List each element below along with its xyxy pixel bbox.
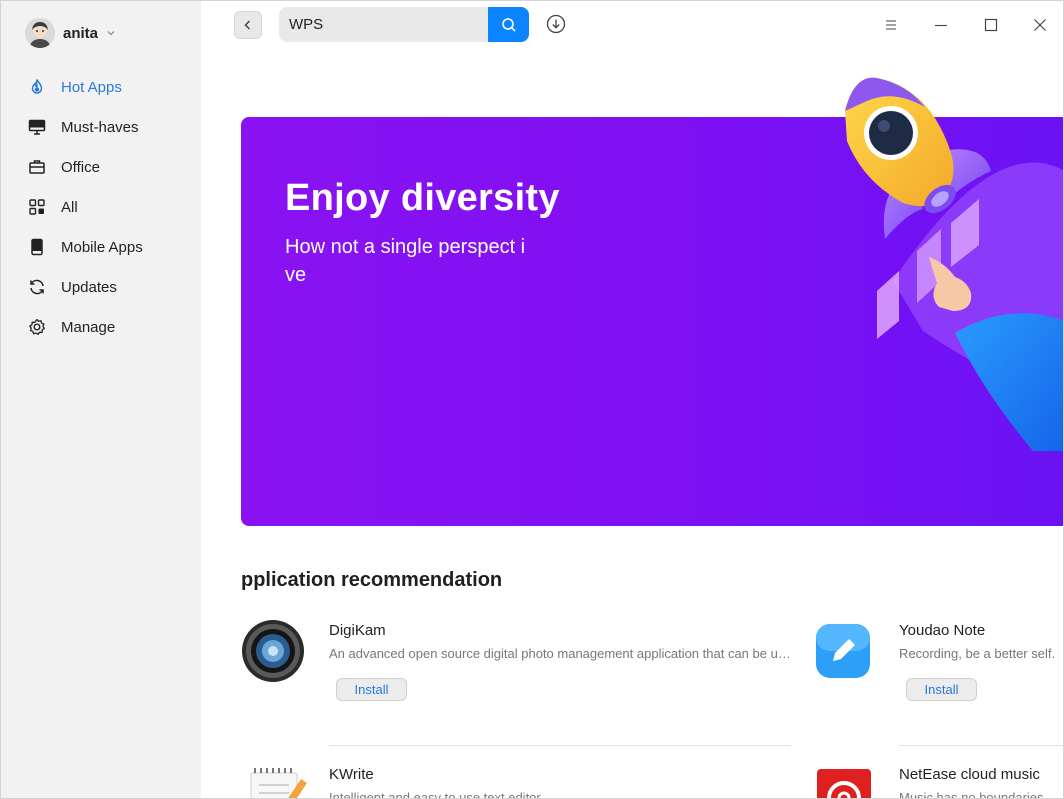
banner-title: Enjoy diversity (285, 177, 560, 219)
sidebar-item-hot-apps[interactable]: Hot Apps (1, 67, 201, 107)
sidebar-item-mobile-apps[interactable]: Mobile Apps (1, 227, 201, 267)
search-icon (501, 17, 516, 32)
sidebar-item-label: Office (61, 158, 100, 176)
search-box (279, 7, 529, 42)
sidebar-item-must-haves[interactable]: Must-haves (1, 107, 201, 147)
minimize-button[interactable] (931, 15, 951, 35)
phone-icon (27, 237, 47, 257)
app-description: Recording, be a better self. (899, 646, 1056, 661)
sidebar-item-label: Mobile Apps (61, 238, 143, 256)
sidebar-item-manage[interactable]: Manage (1, 307, 201, 347)
sidebar-nav: Hot Apps Must-haves Office All Mobile Ap… (1, 67, 201, 347)
app-description: Music has no boundaries, hea (899, 790, 1064, 799)
install-button[interactable]: Install (336, 678, 407, 701)
app-description: Intelligent and easy to use text editor (329, 790, 541, 799)
app-store-window: anita Hot Apps Must-haves Office All Mob… (0, 0, 1064, 799)
rocket-illustration (845, 77, 1063, 451)
sidebar-item-all[interactable]: All (1, 187, 201, 227)
kwrite-icon (250, 768, 307, 798)
app-card-kwrite[interactable]: KWrite Intelligent and easy to use text … (241, 761, 791, 799)
refresh-icon (27, 277, 47, 297)
briefcase-icon (27, 157, 47, 177)
menu-button[interactable] (881, 15, 901, 35)
sidebar-item-label: Hot Apps (61, 78, 122, 96)
divider (329, 745, 791, 746)
search-button[interactable] (488, 7, 529, 42)
monitor-icon (27, 117, 47, 137)
hamburger-icon (886, 20, 896, 30)
sidebar: anita Hot Apps Must-haves Office All Mob… (1, 1, 201, 798)
app-name: NetEase cloud music (899, 766, 1040, 783)
sidebar-item-label: Must-haves (61, 118, 139, 136)
app-card-youdao-note[interactable]: Youdao Note Recording, be a better self.… (811, 619, 1063, 709)
app-card-digikam[interactable]: DigiKam An advanced open source digital … (241, 619, 791, 709)
back-button[interactable] (234, 11, 262, 39)
avatar (25, 18, 55, 48)
flame-icon (27, 77, 47, 97)
chevron-down-icon (107, 31, 115, 36)
close-button[interactable] (1030, 15, 1050, 35)
download-button[interactable] (546, 14, 566, 34)
search-input[interactable] (279, 7, 488, 42)
gear-icon (27, 317, 47, 337)
sidebar-item-label: Manage (61, 318, 116, 336)
titlebar (201, 1, 1063, 51)
grid-icon (27, 197, 47, 217)
user-menu[interactable]: anita (25, 17, 116, 49)
maximize-icon (984, 18, 998, 32)
sidebar-item-updates[interactable]: Updates (1, 267, 201, 307)
download-icon (546, 14, 566, 34)
username: anita (63, 24, 99, 42)
app-name: DigiKam (329, 622, 386, 639)
banner-subtitle: How not a single perspect ive (285, 236, 526, 286)
section-title: pplication recommendation (241, 569, 503, 591)
sidebar-item-label: All (61, 198, 78, 216)
close-icon (1034, 19, 1046, 31)
youdao-note-icon (816, 624, 870, 678)
maximize-button[interactable] (981, 15, 1001, 35)
chevron-left-icon (244, 20, 251, 30)
app-card-netease-cloud-music[interactable]: NetEase cloud music Music has no boundar… (811, 761, 1064, 799)
minimize-icon (935, 24, 947, 27)
app-name: Youdao Note (899, 622, 986, 639)
sidebar-item-label: Updates (61, 278, 117, 296)
divider (899, 745, 1063, 746)
netease-music-icon (817, 769, 871, 798)
app-description: An advanced open source digital photo ma… (329, 646, 791, 661)
install-button[interactable]: Install (906, 678, 977, 701)
app-name: KWrite (329, 766, 374, 783)
sidebar-item-office[interactable]: Office (1, 147, 201, 187)
digikam-icon (242, 620, 304, 682)
